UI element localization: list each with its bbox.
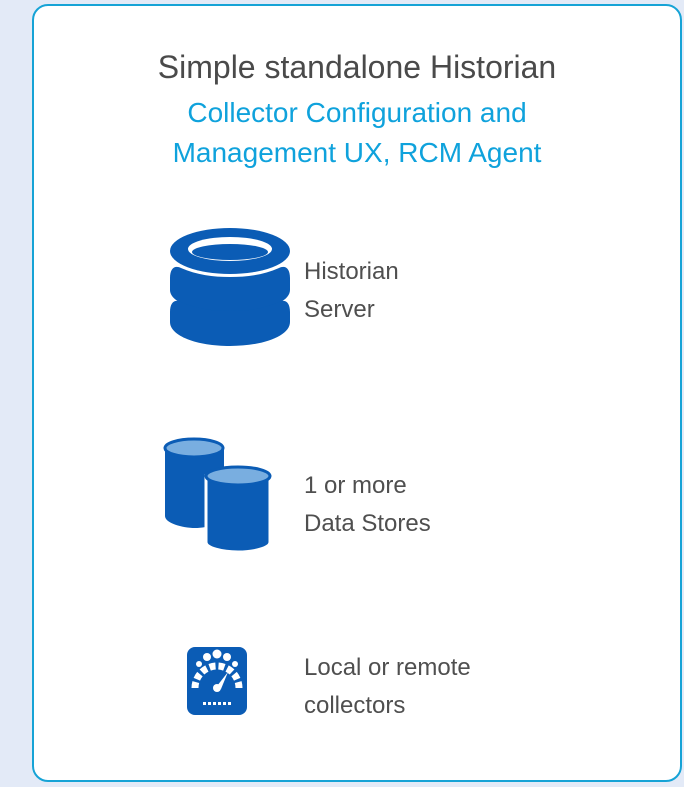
data-stores-label-2: Data Stores	[304, 510, 431, 537]
collectors-label-1: Local or remote	[304, 654, 471, 681]
diagram-subtitle: Collector Configuration and Management U…	[34, 93, 680, 173]
subtitle-line-2: Management UX, RCM Agent	[172, 137, 542, 168]
diagram-title: Simple standalone Historian	[157, 49, 557, 85]
subtitle-line-1: Collector Configuration and	[187, 97, 527, 128]
historian-server-label-2: Server	[304, 296, 375, 323]
diagram-card: Simple standalone Historian Collector Co…	[32, 4, 682, 782]
database-server-icon	[170, 228, 290, 346]
collector-gauge-icon	[187, 647, 247, 715]
data-stores-icon	[163, 437, 272, 552]
data-stores-label-1: 1 or more	[304, 472, 407, 499]
collectors-label-2: collectors	[304, 692, 406, 719]
historian-server-label-1: Historian	[304, 258, 399, 285]
